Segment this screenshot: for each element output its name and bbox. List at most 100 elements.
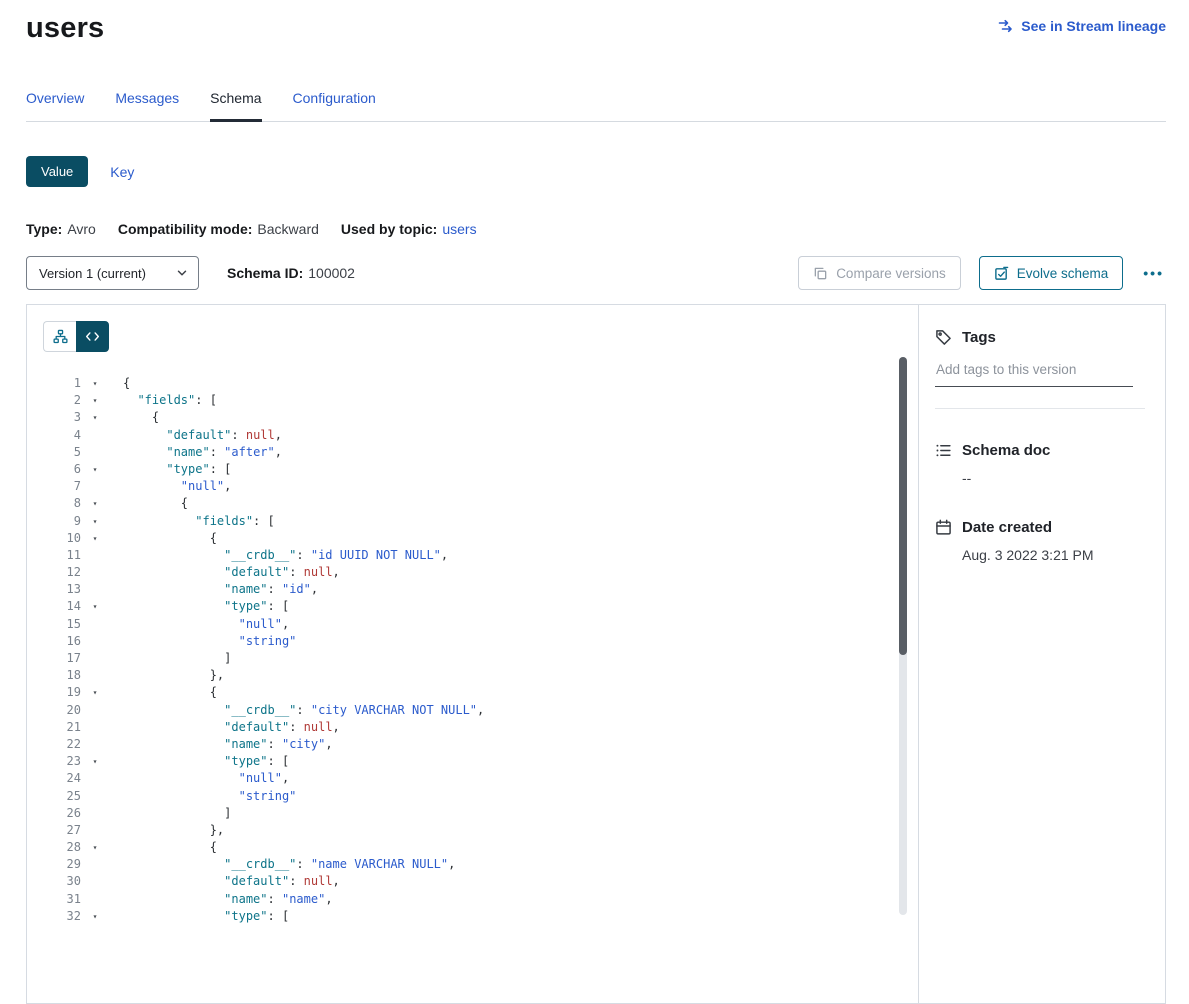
scrollbar-thumb[interactable] — [899, 357, 907, 655]
line-number: 17 — [43, 650, 81, 667]
code-line: 9▾ "fields": [ — [43, 513, 918, 530]
line-number: 1 — [43, 375, 81, 392]
schema-page: users See in Stream lineage Overview Mes… — [0, 0, 1189, 1004]
fold-caret-icon[interactable]: ▾ — [87, 684, 103, 701]
code-text: { — [103, 495, 188, 512]
line-number: 20 — [43, 702, 81, 719]
line-number: 4 — [43, 427, 81, 444]
code-line: 28▾ { — [43, 839, 918, 856]
code-line: 1 ▾{ — [43, 375, 918, 392]
code-line: 19▾ { — [43, 684, 918, 701]
evolve-schema-button[interactable]: Evolve schema — [979, 256, 1124, 290]
fold-caret-icon[interactable]: ▾ — [87, 392, 103, 409]
tab-overview[interactable]: Overview — [26, 90, 84, 121]
fold-caret-icon[interactable]: ▾ — [87, 598, 103, 615]
tab-messages[interactable]: Messages — [115, 90, 179, 121]
tab-configuration[interactable]: Configuration — [293, 90, 376, 121]
code-text: "string" — [103, 788, 296, 805]
fold-caret-spacer — [87, 891, 103, 908]
line-number: 6 — [43, 461, 81, 478]
schema-meta: Type:Avro Compatibility mode:Backward Us… — [26, 221, 1166, 237]
code-line: 23▾ "type": [ — [43, 753, 918, 770]
fold-caret-spacer — [87, 616, 103, 633]
code-text: }, — [103, 667, 224, 684]
code-line: 25 "string" — [43, 788, 918, 805]
code-text: "name": "city", — [103, 736, 333, 753]
schema-doc-section: Schema doc -- — [935, 442, 1145, 486]
schema-content: 1▾{2▾ "fields": [3▾ {4 "default": null,5… — [26, 304, 1166, 1004]
version-bar: Version 1 (current) Schema ID:100002 Com… — [26, 256, 1166, 290]
fold-caret-spacer — [87, 856, 103, 873]
fold-caret-icon[interactable]: ▾ — [87, 375, 103, 392]
fold-caret-spacer — [87, 427, 103, 444]
code-text: "null", — [103, 770, 289, 787]
code-text: { — [103, 375, 130, 392]
fold-caret-icon[interactable]: ▾ — [87, 409, 103, 426]
fold-caret-icon[interactable]: ▾ — [87, 461, 103, 478]
list-icon — [935, 442, 952, 459]
tree-view-icon — [53, 329, 68, 344]
fold-caret-spacer — [87, 633, 103, 650]
fold-caret-icon[interactable]: ▾ — [87, 839, 103, 856]
line-number: 32 — [43, 908, 81, 925]
code-text: ] — [103, 805, 231, 822]
add-tags-input[interactable] — [935, 362, 1133, 387]
topic-link[interactable]: users — [442, 221, 476, 237]
fold-caret-spacer — [87, 444, 103, 461]
code-text: "fields": [ — [103, 392, 217, 409]
line-number: 15 — [43, 616, 81, 633]
line-number: 24 — [43, 770, 81, 787]
editor-scrollbar[interactable] — [899, 357, 907, 915]
fold-caret-icon[interactable]: ▾ — [87, 908, 103, 925]
meta-compat-label: Compatibility mode: — [118, 221, 253, 237]
schema-id-label: Schema ID: — [227, 265, 303, 281]
code-line: 3▾ { — [43, 409, 918, 426]
calendar-icon — [935, 519, 952, 536]
page-title: users — [26, 10, 104, 46]
date-created-section: Date created Aug. 3 2022 3:21 PM — [935, 519, 1145, 563]
key-toggle-link[interactable]: Key — [110, 164, 134, 180]
code-text: "__crdb__": "name VARCHAR NULL", — [103, 856, 455, 873]
more-options-button[interactable]: ••• — [1141, 266, 1166, 280]
fold-caret-icon[interactable]: ▾ — [87, 513, 103, 530]
value-toggle-button[interactable]: Value — [26, 156, 88, 187]
fold-caret-spacer — [87, 650, 103, 667]
line-number: 18 — [43, 667, 81, 684]
code-line: 31 "name": "name", — [43, 891, 918, 908]
tab-schema[interactable]: Schema — [210, 90, 261, 122]
stream-lineage-link[interactable]: See in Stream lineage — [998, 18, 1166, 34]
fold-caret-icon[interactable]: ▾ — [87, 753, 103, 770]
code-text: ] — [103, 650, 231, 667]
version-select-value: Version 1 (current) — [39, 266, 146, 281]
code-line: 26 ] — [43, 805, 918, 822]
code-line: 11 "__crdb__": "id UUID NOT NULL", — [43, 547, 918, 564]
code-text: { — [103, 530, 217, 547]
version-select[interactable]: Version 1 (current) — [26, 256, 199, 290]
code-view-button[interactable] — [76, 321, 109, 352]
code-text: "name": "name", — [103, 891, 333, 908]
fold-caret-icon[interactable]: ▾ — [87, 530, 103, 547]
line-number: 11 — [43, 547, 81, 564]
stream-lineage-label: See in Stream lineage — [1021, 18, 1166, 34]
tab-bar: Overview Messages Schema Configuration — [26, 90, 1166, 122]
code-line: 24 "null", — [43, 770, 918, 787]
code-line: 18 }, — [43, 667, 918, 684]
code-lines: 1▾{2▾ "fields": [3▾ {4 "default": null,5… — [43, 375, 918, 925]
line-number: 31 — [43, 891, 81, 908]
fold-caret-icon[interactable]: ▾ — [87, 495, 103, 512]
line-number: 30 — [43, 873, 81, 890]
date-created-value: Aug. 3 2022 3:21 PM — [962, 547, 1145, 563]
code-text: "string" — [103, 633, 296, 650]
tags-section: Tags — [935, 329, 1145, 409]
code-line: 13 "name": "id", — [43, 581, 918, 598]
tags-title: Tags — [962, 329, 996, 346]
tree-view-button[interactable] — [43, 321, 76, 352]
code-text: "__crdb__": "city VARCHAR NOT NULL", — [103, 702, 484, 719]
version-actions: Compare versions Evolve schema ••• — [798, 256, 1166, 290]
code-text: "type": [ — [103, 598, 289, 615]
code-text: "name": "id", — [103, 581, 318, 598]
line-number: 3 — [43, 409, 81, 426]
compare-versions-button[interactable]: Compare versions — [798, 256, 961, 290]
fold-caret-spacer — [87, 873, 103, 890]
fold-caret-spacer — [87, 667, 103, 684]
